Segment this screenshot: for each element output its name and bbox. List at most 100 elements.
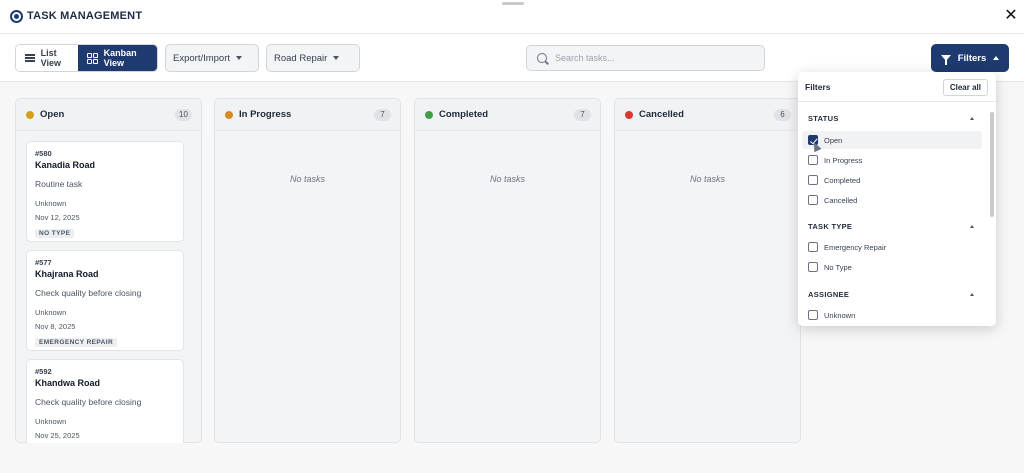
search-box [526,45,765,71]
type-badge: EMERGENCY REPAIR [35,338,118,347]
task-card[interactable]: #592 Khandwa Road Check quality before c… [26,359,184,443]
column-header: Open 10 [16,99,201,131]
filter-option-unknown[interactable]: Unknown [802,306,982,324]
filter-panel-header: Filters Clear all [798,72,996,102]
column-header: Completed 7 [415,99,600,131]
column-cancelled: Cancelled 6 No tasks [614,98,801,443]
kanban-view-label: Kanban View [103,48,137,68]
filter-option-in-progress[interactable]: In Progress [802,151,982,169]
task-description: Routine task [35,179,83,189]
task-id: #580 [35,149,52,158]
checkbox[interactable] [808,195,818,205]
empty-state: No tasks [489,174,525,184]
clear-all-button[interactable]: Clear all [942,79,988,96]
logo-icon [10,10,23,23]
list-icon [25,54,35,62]
option-label: Completed [824,175,861,185]
count-badge: 7 [574,109,591,121]
task-id: #592 [35,367,52,376]
chevron-up-icon[interactable] [970,225,974,228]
task-title: Kanadia Road [35,160,96,170]
status-dot [225,110,233,119]
export-import-label: Export/Import [173,52,231,64]
list-view-button[interactable]: List View [16,45,79,71]
column-in-progress: In Progress 7 No tasks [214,98,401,443]
column-title: Open [40,109,65,120]
drag-handle[interactable] [502,2,524,5]
list-view-label: List View [40,48,61,68]
task-assignee: Unknown [35,199,67,208]
app-title: TASK MANAGEMENT [27,10,143,22]
grid-icon [87,52,98,64]
empty-state: No tasks [689,174,725,184]
option-label: Cancelled [824,195,858,205]
task-card[interactable]: #580 Kanadia Road Routine task Unknown N… [26,141,184,242]
view-toggle: List View Kanban View [15,44,158,72]
search-icon [537,53,547,63]
funnel-icon [940,55,951,65]
task-card[interactable]: #577 Khajrana Road Check quality before … [26,250,184,351]
road-repair-label: Road Repair [274,52,328,64]
app-header: TASK MANAGEMENT ✕ [0,0,1024,34]
checkbox[interactable] [808,242,818,252]
status-dot [26,110,34,119]
task-date: Nov 8, 2025 [35,322,76,331]
checkbox[interactable] [808,155,818,165]
task-date: Nov 25, 2025 [35,431,80,440]
checkbox[interactable] [808,175,818,185]
checkbox[interactable] [808,262,818,272]
status-section-title[interactable]: STATUS [808,114,839,123]
count-badge: 10 [175,109,192,121]
filter-option-cancelled[interactable]: Cancelled [802,191,982,209]
chevron-up-icon[interactable] [970,293,974,296]
task-date: Nov 12, 2025 [35,213,80,222]
column-completed: Completed 7 No tasks [414,98,601,443]
option-label: Unknown [824,310,856,320]
option-label: Open [824,135,843,145]
filter-option-open[interactable]: Open [802,131,982,149]
option-label: In Progress [824,155,863,165]
column-title: Completed [439,109,489,120]
status-dot [425,110,433,119]
count-badge: 6 [774,109,791,121]
task-id: #577 [35,258,52,267]
filter-option-emergency-repair[interactable]: Emergency Repair [802,238,982,256]
road-repair-dropdown[interactable]: Road Repair [266,44,360,72]
task-type-section-title[interactable]: TASK TYPE [808,222,852,231]
kanban-view-button[interactable]: Kanban View [78,45,157,71]
chevron-down-icon [333,56,340,60]
column-title: In Progress [239,109,292,120]
type-badge: NO TYPE [35,229,75,238]
column-header: In Progress 7 [215,99,400,131]
filters-button[interactable]: Filters [931,44,1009,72]
filters-label: Filters [957,52,987,64]
status-dot [625,110,633,119]
column-open: Open 10 #580 Kanadia Road Routine task U… [15,98,202,443]
scrollbar-thumb[interactable] [990,112,994,217]
scrollbar[interactable] [990,104,994,322]
column-title: Cancelled [639,109,684,120]
assignee-section-title[interactable]: ASSIGNEE [808,290,849,299]
chevron-up-icon [993,56,1000,60]
chevron-down-icon [236,56,243,60]
filter-panel-title: Filters [805,81,831,92]
export-import-dropdown[interactable]: Export/Import [165,44,259,72]
chevron-up-icon[interactable] [970,117,974,120]
task-description: Check quality before closing [35,397,142,407]
filter-option-no-type[interactable]: No Type [802,258,982,276]
checkbox[interactable] [808,310,818,320]
filter-option-completed[interactable]: Completed [802,171,982,189]
search-input[interactable] [555,53,755,63]
filter-panel: Filters Clear all STATUS Open In Progres… [798,72,996,326]
task-title: Khajrana Road [35,269,99,279]
task-description: Check quality before closing [35,288,142,298]
empty-state: No tasks [289,174,325,184]
option-label: Emergency Repair [824,242,887,252]
task-assignee: Unknown [35,308,67,317]
column-header: Cancelled 6 [615,99,800,131]
task-title: Khandwa Road [35,378,101,388]
count-badge: 7 [374,109,391,121]
close-button[interactable]: ✕ [1001,6,1021,26]
option-label: No Type [824,262,852,272]
task-assignee: Unknown [35,417,67,426]
